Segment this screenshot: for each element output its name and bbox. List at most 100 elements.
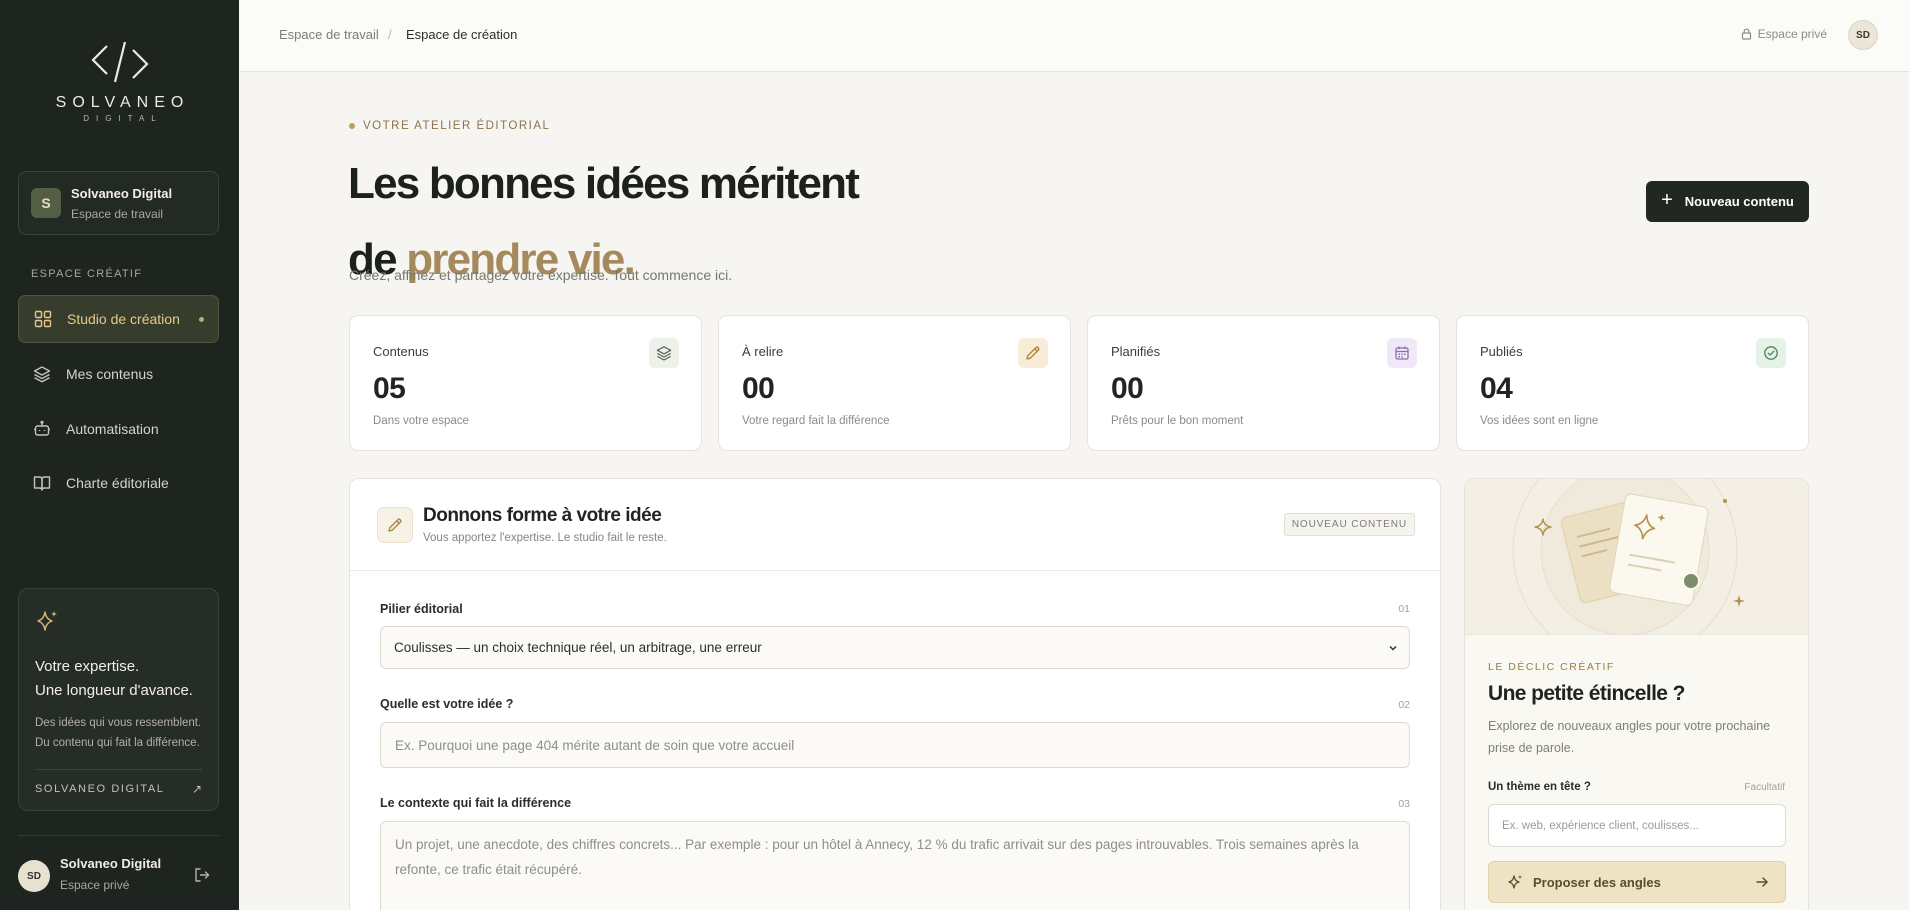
new-content-button[interactable]: + Nouveau contenu: [1646, 181, 1809, 222]
sidebar-item-automation[interactable]: Automatisation: [18, 405, 219, 453]
status-badge: NOUVEAU CONTENU: [1283, 513, 1415, 536]
field-number: 02: [1398, 699, 1410, 711]
code-logo-icon: [90, 41, 149, 83]
field-number: 03: [1398, 798, 1410, 810]
sidebar-item-label: Mes contenus: [66, 366, 154, 382]
calendar-icon: [1387, 338, 1417, 368]
promo-text: Des idées qui vous ressemblent. Du conte…: [35, 717, 202, 749]
stat-card-published[interactable]: Publiés 04 Vos idées sont en ligne: [1456, 315, 1809, 451]
spark-illustration: [1465, 479, 1808, 635]
spark-eyebrow: LE DÉCLIC CRÉATIF: [1488, 661, 1615, 673]
arrow-right-icon: [1756, 877, 1768, 887]
lock-icon: [1741, 28, 1751, 40]
sidebar-item-contents[interactable]: Mes contenus: [18, 350, 219, 398]
sidebar-item-label: Studio de création: [67, 311, 180, 327]
brand-name: SOLVANEO: [55, 94, 190, 111]
stat-desc: Vos idées sont en ligne: [1480, 415, 1599, 427]
breadcrumb-workspace[interactable]: Espace de travail: [279, 27, 379, 42]
pillar-select-value: Coulisses — un choix technique réel, un …: [394, 640, 762, 655]
promo-brand-link[interactable]: SOLVANEO DIGITAL: [35, 783, 165, 795]
grid-icon: [33, 309, 53, 329]
new-content-label: Nouveau contenu: [1684, 194, 1794, 209]
sidebar-section-label: ESPACE CRÉATIF: [31, 268, 143, 280]
pencil-icon: [377, 507, 413, 543]
documents-sparkle-illustration: [1512, 479, 1745, 635]
breadcrumb-current: Espace de création: [406, 27, 518, 42]
suggest-angles-label: Proposer des angles: [1533, 874, 1661, 890]
stat-desc: Votre regard fait la différence: [742, 415, 890, 427]
context-label: Le contexte qui fait la différence: [380, 796, 572, 810]
pillar-label: Pilier éditorial: [380, 602, 463, 616]
stat-desc: Dans votre espace: [373, 415, 469, 427]
layers-icon: [32, 364, 52, 384]
top-bar: Espace de travail / Espace de création E…: [239, 0, 1909, 72]
pencil-icon: [1018, 338, 1048, 368]
stat-label: Planifiés: [1111, 344, 1161, 359]
active-dot: [199, 317, 204, 322]
creative-spark-card: LE DÉCLIC CRÉATIF Une petite étincelle ?…: [1464, 478, 1809, 910]
stat-value: 00: [742, 372, 775, 405]
stat-card-contents[interactable]: Contenus 05 Dans votre espace: [349, 315, 702, 451]
layers-icon: [649, 338, 679, 368]
external-link-icon[interactable]: ↗: [192, 782, 202, 796]
stat-desc: Prêts pour le bon moment: [1111, 415, 1244, 427]
workspace-avatar: S: [31, 188, 61, 218]
eyebrow-dot: [349, 123, 355, 129]
workspace-title: Solvaneo Digital: [71, 186, 173, 201]
workspace-subtitle: Espace de travail: [71, 207, 164, 221]
pillar-select[interactable]: Coulisses — un choix technique réel, un …: [380, 626, 1410, 669]
sparkle-icon: [1508, 875, 1522, 889]
robot-icon: [32, 419, 52, 439]
hero-eyebrow-text: VOTRE ATELIER ÉDITORIAL: [363, 120, 551, 132]
field-number: 01: [1398, 603, 1410, 615]
new-content-form: Donnons forme à votre idée Vous apportez…: [349, 478, 1441, 910]
spark-title: Une petite étincelle ?: [1488, 682, 1685, 705]
stat-value: 05: [373, 372, 406, 405]
promo-title-line2: Une longueur d'avance.: [35, 682, 193, 699]
chevron-down-icon: [1389, 645, 1397, 651]
divider: [18, 835, 219, 836]
form-header: Donnons forme à votre idée Vous apportez…: [350, 479, 1440, 571]
optional-hint: Facultatif: [1744, 782, 1785, 793]
promo-title-line1: Votre expertise.: [35, 658, 140, 675]
promo-card: Votre expertise. Une longueur d'avance. …: [18, 588, 219, 811]
sidebar-item-charter[interactable]: Charte éditoriale: [18, 459, 219, 507]
divider: [35, 769, 202, 770]
sidebar: SOLVANEO DIGITAL S Solvaneo Digital Espa…: [0, 0, 239, 910]
stat-label: À relire: [742, 344, 784, 359]
logout-icon[interactable]: [193, 866, 211, 884]
stat-card-to-review[interactable]: À relire 00 Votre regard fait la différe…: [718, 315, 1071, 451]
sparkle-icon: [37, 611, 57, 631]
stat-value: 04: [1480, 372, 1513, 405]
theme-input[interactable]: Ex. web, expérience client, coulisses...: [1488, 804, 1786, 847]
stat-card-scheduled[interactable]: Planifiés 00 Prêts pour le bon moment: [1087, 315, 1440, 451]
context-textarea[interactable]: Un projet, une anecdote, des chiffres co…: [380, 821, 1410, 910]
breadcrumb-separator: /: [388, 27, 392, 42]
brand-logo[interactable]: SOLVANEO DIGITAL: [0, 38, 239, 123]
sidebar-item-label: Automatisation: [66, 421, 159, 437]
book-icon: [32, 473, 52, 493]
theme-label: Un thème en tête ?: [1488, 781, 1591, 793]
workspace-switcher[interactable]: S Solvaneo Digital Espace de travail: [18, 171, 219, 235]
hero-eyebrow: VOTRE ATELIER ÉDITORIAL: [349, 120, 550, 132]
plus-icon: +: [1661, 189, 1673, 211]
form-subtitle: Vous apportez l'expertise. Le studio fai…: [423, 532, 667, 544]
sidebar-item-label: Charte éditoriale: [66, 475, 169, 491]
avatar: SD: [18, 860, 50, 892]
page-subtitle: Créez, affinez et partagez votre experti…: [349, 267, 733, 283]
user-profile[interactable]: SD Solvaneo Digital Espace privé: [18, 856, 219, 896]
spark-description: Explorez de nouveaux angles pour votre p…: [1488, 719, 1771, 755]
brand-subname: DIGITAL: [83, 114, 163, 123]
check-circle-icon: [1756, 338, 1786, 368]
sidebar-item-studio[interactable]: Studio de création: [18, 295, 219, 343]
form-title: Donnons forme à votre idée: [423, 505, 662, 526]
promo-title: Votre expertise. Une longueur d'avance.: [35, 655, 215, 703]
user-subtitle: Espace privé: [60, 878, 130, 892]
page-title-line1: Les bonnes idées méritent: [348, 159, 860, 208]
idea-input[interactable]: Ex. Pourquoi une page 404 mérite autant …: [380, 722, 1410, 768]
stat-label: Publiés: [1480, 344, 1523, 359]
avatar[interactable]: SD: [1848, 20, 1878, 50]
suggest-angles-button[interactable]: Proposer des angles: [1488, 861, 1786, 903]
stat-value: 00: [1111, 372, 1144, 405]
private-space-indicator: Espace privé: [1741, 27, 1827, 41]
